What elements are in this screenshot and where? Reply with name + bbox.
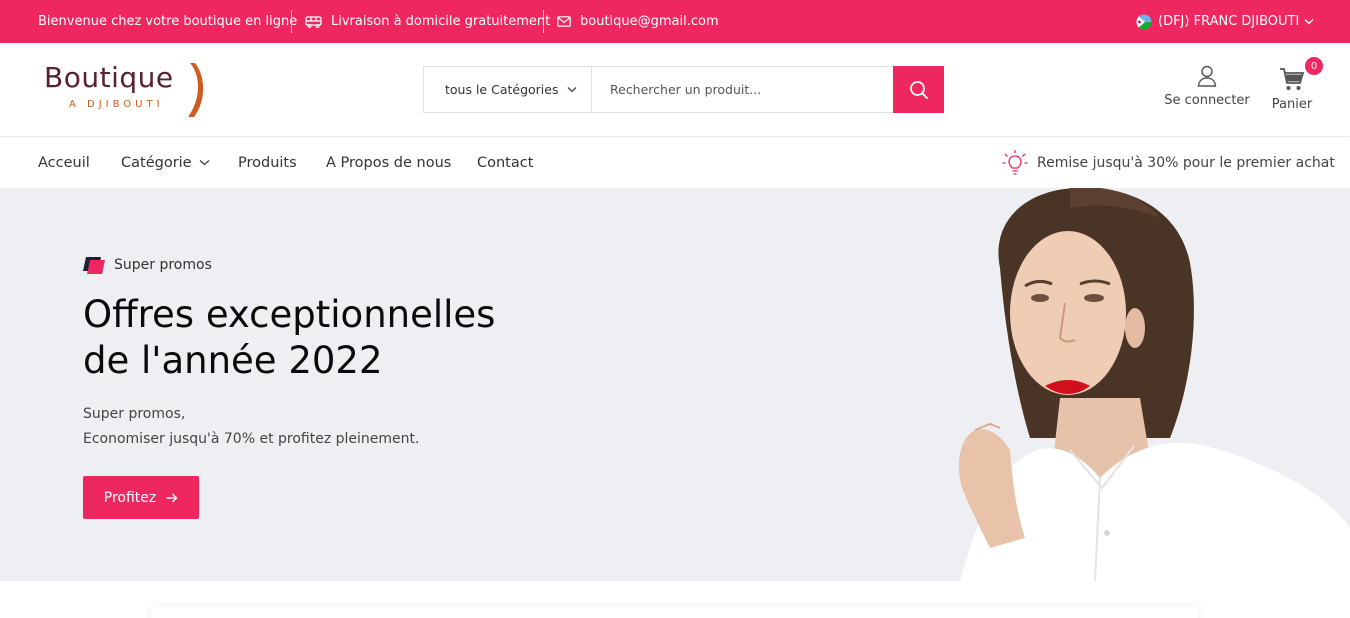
login-link[interactable]: Se connecter bbox=[1162, 65, 1252, 108]
search-input[interactable] bbox=[592, 67, 893, 112]
chevron-down-icon bbox=[199, 159, 210, 166]
hero-title-line1: Offres exceptionnelles bbox=[83, 293, 496, 336]
category-select[interactable]: tous le Catégories bbox=[424, 67, 592, 112]
nav-item-categorie[interactable]: Catégorie bbox=[121, 137, 210, 188]
divider bbox=[291, 10, 292, 33]
category-select-label: tous le Catégories bbox=[445, 82, 559, 97]
cart-icon bbox=[1277, 63, 1307, 97]
arrow-right-icon bbox=[156, 493, 178, 503]
logo-subtitle: A DJIBOUTI bbox=[69, 99, 164, 110]
hero-banner: Super promos Offres exceptionnelles de l… bbox=[0, 188, 1350, 581]
login-label: Se connecter bbox=[1164, 93, 1250, 108]
email-info[interactable]: boutique@gmail.com bbox=[557, 0, 719, 43]
hero-desc-line2: Economiser jusqu'à 70% et profitez plein… bbox=[83, 431, 420, 447]
nav-item-a-propos[interactable]: A Propos de nous bbox=[326, 137, 451, 188]
currency-label: (DFJ) FRANC DJIBOUTI bbox=[1158, 14, 1300, 29]
promo-text: Remise jusqu'à 30% pour le premier achat bbox=[1037, 154, 1335, 171]
lightbulb-icon bbox=[1002, 149, 1037, 177]
promo-notice: Remise jusqu'à 30% pour le premier achat bbox=[1002, 137, 1335, 188]
nav-item-produits[interactable]: Produits bbox=[238, 137, 297, 188]
hero-title-line2: de l'année 2022 bbox=[83, 339, 383, 382]
search-bar: tous le Catégories bbox=[423, 66, 944, 113]
welcome-text: Bienvenue chez votre boutique en ligne bbox=[38, 14, 298, 29]
cart-count-badge: 0 bbox=[1305, 57, 1323, 75]
truck-icon bbox=[305, 15, 331, 28]
hero-tag-text: Super promos bbox=[114, 257, 212, 273]
djibouti-flag-icon bbox=[1136, 14, 1158, 30]
divider bbox=[543, 10, 544, 33]
chevron-down-icon bbox=[1304, 18, 1323, 25]
hero-tag: Super promos bbox=[83, 256, 212, 274]
logo[interactable]: Boutique A DJIBOUTI bbox=[44, 61, 214, 121]
nav-item-categorie-label: Catégorie bbox=[121, 154, 192, 171]
email-text: boutique@gmail.com bbox=[580, 14, 719, 29]
hero-description: Super promos, Economiser jusqu'à 70% et … bbox=[83, 402, 419, 452]
cart-link[interactable]: 0 Panier bbox=[1266, 57, 1323, 112]
cart-label: Panier bbox=[1271, 97, 1313, 112]
logo-mark-icon bbox=[180, 61, 206, 123]
hero-desc-line1: Super promos, bbox=[83, 406, 186, 422]
site-header: Boutique A DJIBOUTI tous le Catégories S… bbox=[0, 43, 1350, 137]
main-nav: Acceuil Catégorie Produits A Propos de n… bbox=[0, 137, 1350, 188]
below-hero bbox=[0, 581, 1350, 618]
delivery-info: Livraison à domicile gratuitement bbox=[305, 0, 550, 43]
search-button[interactable] bbox=[893, 66, 944, 113]
promo-tag-icon bbox=[83, 256, 105, 274]
hero-title: Offres exceptionnelles de l'année 2022 bbox=[83, 292, 563, 384]
chevron-down-icon bbox=[567, 86, 577, 93]
nav-item-contact[interactable]: Contact bbox=[477, 137, 533, 188]
model-photo bbox=[958, 188, 1350, 581]
top-bar: Bienvenue chez votre boutique en ligne L… bbox=[0, 0, 1350, 43]
profitez-button[interactable]: Profitez bbox=[83, 476, 199, 519]
search-icon bbox=[909, 80, 929, 100]
user-icon bbox=[1162, 65, 1252, 87]
features-card bbox=[151, 607, 1198, 618]
logo-name: Boutique bbox=[44, 61, 174, 94]
currency-selector[interactable]: (DFJ) FRANC DJIBOUTI bbox=[1136, 0, 1323, 43]
delivery-text: Livraison à domicile gratuitement bbox=[331, 14, 551, 29]
profitez-button-label: Profitez bbox=[103, 489, 157, 506]
envelope-icon bbox=[557, 16, 580, 27]
nav-item-acceuil[interactable]: Acceuil bbox=[38, 137, 90, 188]
